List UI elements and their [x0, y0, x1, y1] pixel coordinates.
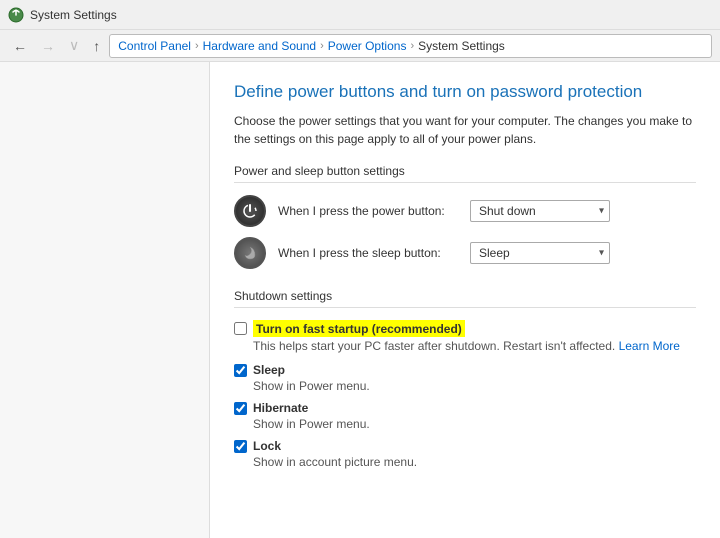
- hibernate-checkbox-row: Hibernate: [234, 401, 696, 415]
- up-button[interactable]: ↑: [88, 36, 105, 56]
- power-button-label: When I press the power button:: [278, 204, 458, 218]
- power-section-title: Power and sleep button settings: [234, 164, 696, 183]
- lock-item: Lock Show in account picture menu.: [234, 439, 696, 469]
- sleep-item: Sleep Show in Power menu.: [234, 363, 696, 393]
- hibernate-desc: Show in Power menu.: [253, 417, 696, 431]
- breadcrumb-power-options[interactable]: Power Options: [328, 39, 407, 53]
- sleep-button-row: When I press the sleep button: Sleep Hib…: [234, 237, 696, 269]
- shutdown-section: Shutdown settings Turn on fast startup (…: [234, 289, 696, 469]
- breadcrumb-control-panel[interactable]: Control Panel: [118, 39, 191, 53]
- main-panel: Define power buttons and turn on passwor…: [210, 62, 720, 538]
- lock-checkbox-row: Lock: [234, 439, 696, 453]
- learn-more-link[interactable]: Learn More: [619, 339, 680, 353]
- lock-checkbox[interactable]: [234, 440, 247, 453]
- sleep-label: Sleep: [253, 363, 285, 377]
- forward-button[interactable]: →: [36, 36, 60, 56]
- power-button-settings: Power and sleep button settings When I p…: [234, 164, 696, 269]
- sleep-button-dropdown[interactable]: Sleep Hibernate Shut down Turn off the d…: [470, 242, 610, 264]
- hibernate-label: Hibernate: [253, 401, 308, 415]
- sleep-checkbox-row: Sleep: [234, 363, 696, 377]
- dropdown-button[interactable]: ∨: [64, 35, 84, 56]
- sleep-button-icon: [234, 237, 266, 269]
- app-icon: [8, 7, 24, 23]
- sleep-button-dropdown-wrapper: Sleep Hibernate Shut down Turn off the d…: [470, 242, 610, 264]
- fast-startup-label: Turn on fast startup (recommended): [256, 322, 462, 336]
- title-bar-text: System Settings: [30, 8, 117, 22]
- fast-startup-checkbox[interactable]: [234, 322, 247, 335]
- content-area: Define power buttons and turn on passwor…: [0, 62, 720, 538]
- hibernate-item: Hibernate Show in Power menu.: [234, 401, 696, 431]
- left-panel: [0, 62, 210, 538]
- hibernate-checkbox[interactable]: [234, 402, 247, 415]
- power-button-row: When I press the power button: Shut down…: [234, 195, 696, 227]
- fast-startup-item: Turn on fast startup (recommended) This …: [234, 320, 696, 353]
- sleep-button-label: When I press the sleep button:: [278, 246, 458, 260]
- nav-bar: ← → ∨ ↑ Control Panel › Hardware and Sou…: [0, 30, 720, 62]
- breadcrumb: Control Panel › Hardware and Sound › Pow…: [109, 34, 712, 58]
- lock-desc: Show in account picture menu.: [253, 455, 696, 469]
- page-title: Define power buttons and turn on passwor…: [234, 82, 696, 102]
- back-button[interactable]: ←: [8, 36, 32, 56]
- lock-label: Lock: [253, 439, 281, 453]
- sleep-checkbox[interactable]: [234, 364, 247, 377]
- power-button-dropdown-wrapper: Shut down Sleep Hibernate Turn off the d…: [470, 200, 610, 222]
- power-button-dropdown[interactable]: Shut down Sleep Hibernate Turn off the d…: [470, 200, 610, 222]
- fast-startup-desc: This helps start your PC faster after sh…: [253, 339, 696, 353]
- shutdown-section-title: Shutdown settings: [234, 289, 696, 308]
- page-description: Choose the power settings that you want …: [234, 112, 696, 148]
- breadcrumb-hardware-sound[interactable]: Hardware and Sound: [203, 39, 316, 53]
- breadcrumb-system-settings: System Settings: [418, 39, 505, 53]
- sleep-desc: Show in Power menu.: [253, 379, 696, 393]
- power-button-icon: [234, 195, 266, 227]
- title-bar: System Settings: [0, 0, 720, 30]
